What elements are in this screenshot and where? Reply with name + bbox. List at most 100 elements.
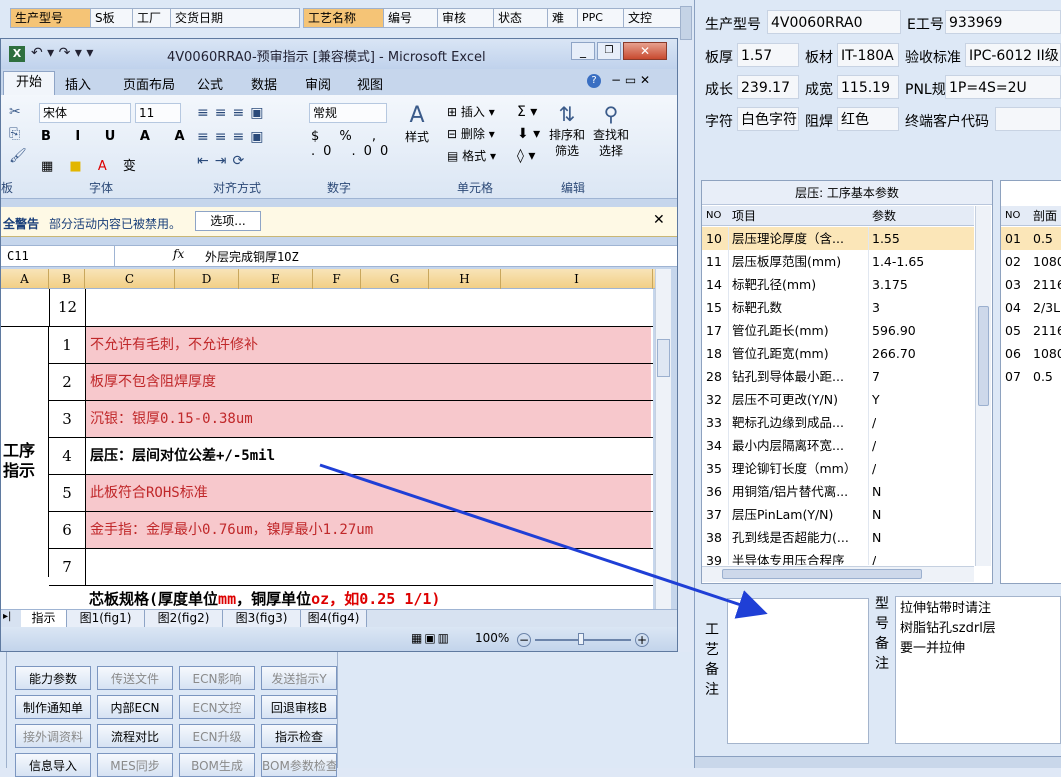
options-button[interactable]: 选项... bbox=[195, 211, 261, 231]
tab-home[interactable]: 开始 bbox=[3, 71, 55, 95]
grid2-row[interactable]: 07 0.5 bbox=[1001, 365, 1061, 388]
zoom-slider-thumb[interactable] bbox=[578, 633, 584, 645]
grid-row[interactable]: 38 孔到线是否超能力(... N bbox=[702, 526, 974, 550]
function-button[interactable]: ECN文控 bbox=[179, 695, 255, 719]
grid2-row[interactable]: 03 2116 bbox=[1001, 273, 1061, 296]
row-text-cell[interactable] bbox=[85, 549, 651, 585]
row-text-cell[interactable] bbox=[85, 289, 651, 326]
sheet-row[interactable]: 7 bbox=[49, 549, 653, 586]
row-number-cell[interactable]: 12 bbox=[49, 289, 85, 326]
sheet-row[interactable]: 2 板厚不包含阻焊厚度 bbox=[49, 364, 653, 401]
sheet-tab[interactable]: 图2(fig2) bbox=[145, 610, 223, 627]
row-text-cell[interactable]: 此板符合ROHS标准 bbox=[85, 475, 651, 511]
function-button[interactable]: BOM生成 bbox=[179, 753, 255, 777]
grid-row[interactable]: 17 管位孔距长(mm) 596.90 bbox=[702, 319, 974, 343]
tab-data[interactable]: 数据 bbox=[251, 74, 277, 93]
row-number-cell[interactable]: 6 bbox=[49, 512, 85, 548]
grid2-row[interactable]: 05 2116 bbox=[1001, 319, 1061, 342]
tab-page-layout[interactable]: 页面布局 bbox=[123, 74, 175, 93]
row-number-cell[interactable]: 4 bbox=[49, 438, 85, 474]
function-button[interactable]: ECN影响 bbox=[179, 666, 255, 690]
grid-row[interactable]: 32 层压不可更改(Y/N) Y bbox=[702, 388, 974, 412]
core-board-spec-row[interactable]: 芯板规格(厚度单位mm，铜厚单位oz，如0.25 1/1) bbox=[89, 588, 440, 609]
sort-filter-button[interactable]: ⇅ 排序和筛选 bbox=[547, 101, 587, 159]
number-format-icons[interactable]: $ % , .0 .00 bbox=[311, 129, 396, 159]
row-text-cell[interactable]: 层压：层间对位公差+/-5mil bbox=[85, 438, 651, 474]
grid2-row[interactable]: 02 1080 bbox=[1001, 250, 1061, 273]
function-button[interactable]: 流程对比 bbox=[97, 724, 173, 748]
function-button[interactable]: 发送指示Y bbox=[261, 666, 337, 690]
grid2-row[interactable]: 04 2/3L bbox=[1001, 296, 1061, 319]
column-header[interactable]: A bbox=[1, 269, 49, 289]
grid-row[interactable]: 33 靶标孔边缘到成品... / bbox=[702, 411, 974, 435]
row-number-cell[interactable]: 5 bbox=[49, 475, 85, 511]
field-e-id[interactable]: 933969 bbox=[945, 10, 1061, 34]
sheet-tab[interactable]: 图4(fig4) bbox=[301, 610, 367, 627]
header-doc-control[interactable]: 文控 bbox=[623, 8, 685, 28]
zoom-in-icon[interactable]: + bbox=[635, 633, 649, 647]
header-delivery-date[interactable]: 交货日期 bbox=[170, 8, 300, 28]
header-process-name[interactable]: 工艺名称 bbox=[303, 8, 391, 28]
grid-row[interactable]: 10 层压理论厚度（含... 1.55 bbox=[702, 227, 974, 251]
sheet-row[interactable]: 6 金手指：金厚最小0.76um，镍厚最小1.27um bbox=[49, 512, 653, 549]
clipboard-icons[interactable]: ✂ ⎘ 🖌 bbox=[9, 101, 27, 167]
header-scrollbar[interactable] bbox=[680, 6, 692, 40]
row-number-cell[interactable]: 7 bbox=[49, 549, 85, 585]
worksheet-grid[interactable]: 工序 指示 12 1 不允许有毛刺，不允许修补 2 板厚不包含阻焊厚度 3 沉银：银厚0.1… bbox=[1, 289, 653, 609]
header-status[interactable]: 状态 bbox=[493, 8, 555, 28]
grid-row[interactable]: 14 标靶孔径(mm) 3.175 bbox=[702, 273, 974, 297]
row-text-cell[interactable]: 板厚不包含阻焊厚度 bbox=[85, 364, 651, 400]
column-header[interactable]: E bbox=[239, 269, 313, 289]
function-button[interactable]: 制作通知单 bbox=[15, 695, 91, 719]
find-select-button[interactable]: ⚲ 查找和选择 bbox=[591, 101, 631, 159]
grid-vscroll[interactable] bbox=[975, 206, 991, 566]
minimize-button[interactable]: _ bbox=[571, 42, 595, 60]
sheet-row[interactable]: 3 沉银：银厚0.15-0.38um bbox=[49, 401, 653, 438]
column-header[interactable]: H bbox=[429, 269, 501, 289]
tab-formulas[interactable]: 公式 bbox=[197, 74, 223, 93]
sheet-tab[interactable]: 指示 bbox=[21, 610, 67, 627]
sheet-row[interactable]: 5 此板符合ROHS标准 bbox=[49, 475, 653, 512]
format-cells-button[interactable]: ▤ 格式 ▾ bbox=[447, 145, 496, 167]
field-pnl[interactable]: 1P=4S=2U bbox=[945, 75, 1061, 99]
ribbon-window-controls[interactable]: − ▭ ✕ bbox=[611, 73, 650, 87]
number-format-select[interactable]: 常规 bbox=[309, 103, 387, 123]
sheet-nav-icon[interactable]: ▸| bbox=[3, 611, 11, 622]
grid-row[interactable]: 36 用铜箔/铝片替代离... N bbox=[702, 480, 974, 504]
field-end-customer[interactable] bbox=[995, 107, 1061, 131]
field-thickness[interactable]: 1.57 bbox=[737, 43, 799, 67]
grid-vscroll-thumb[interactable] bbox=[978, 306, 989, 406]
function-button[interactable]: 指示检查 bbox=[261, 724, 337, 748]
grid-row[interactable]: 18 管位孔距宽(mm) 266.70 bbox=[702, 342, 974, 366]
field-model[interactable]: 4V0060RRA0 bbox=[767, 10, 901, 34]
editing-icons[interactable]: Σ ▾ ⬇ ▾ ◊ ▾ bbox=[517, 101, 540, 167]
zoom-level[interactable]: 100% bbox=[475, 631, 509, 645]
grid-row[interactable]: 34 最小内层隔离环宽... / bbox=[702, 434, 974, 458]
quick-access-icons[interactable]: ↶ ▾ ↷ ▾ ▾ bbox=[31, 45, 93, 61]
header-review[interactable]: 审核 bbox=[437, 8, 501, 28]
row-number-cell[interactable]: 1 bbox=[49, 327, 85, 363]
grid-hscroll[interactable] bbox=[702, 566, 974, 582]
tab-insert[interactable]: 插入 bbox=[65, 74, 91, 93]
row-text-cell[interactable]: 不允许有毛刺，不允许修补 bbox=[85, 327, 651, 363]
function-button[interactable]: 接外调资料 bbox=[15, 724, 91, 748]
column-header[interactable]: C bbox=[85, 269, 175, 289]
tab-review[interactable]: 审阅 bbox=[305, 74, 331, 93]
zoom-out-icon[interactable]: − bbox=[517, 633, 531, 647]
fx-icon[interactable]: fx bbox=[173, 247, 184, 261]
field-acceptance[interactable]: IPC-6012 II级 bbox=[965, 43, 1061, 67]
border-fill-color-icons[interactable]: ▦ ■ A 变 bbox=[41, 155, 142, 174]
column-header[interactable]: G bbox=[361, 269, 429, 289]
function-button[interactable]: MES同步 bbox=[97, 753, 173, 777]
column-header[interactable]: F bbox=[313, 269, 361, 289]
close-warning-icon[interactable]: ✕ bbox=[653, 212, 665, 228]
header-number[interactable]: 编号 bbox=[383, 8, 445, 28]
alignment-icons[interactable]: ≡≡≡▣ ≡≡≡▣ ⇤⇥⟳ bbox=[197, 101, 299, 171]
grid2-row[interactable]: 01 0.5 bbox=[1001, 227, 1061, 250]
column-header[interactable]: I bbox=[501, 269, 653, 289]
function-button[interactable]: 内部ECN bbox=[97, 695, 173, 719]
function-button[interactable]: ECN升级 bbox=[179, 724, 255, 748]
sheet-row[interactable]: 1 不允许有毛刺，不允许修补 bbox=[49, 327, 653, 364]
formula-input[interactable]: 外层完成铜厚1OZ bbox=[205, 248, 299, 265]
tab-view[interactable]: 视图 bbox=[357, 74, 383, 93]
